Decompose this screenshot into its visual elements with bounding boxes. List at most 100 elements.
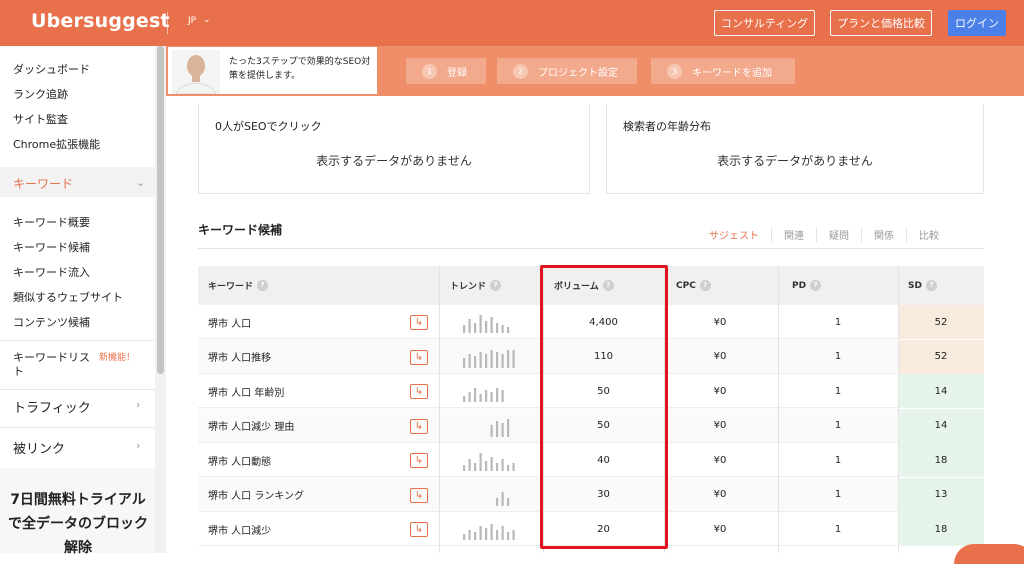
trend-bar bbox=[479, 315, 482, 333]
tab-suggest[interactable]: サジェスト bbox=[709, 227, 772, 242]
open-keyword-icon[interactable]: ↳ bbox=[410, 384, 428, 399]
column-pd[interactable]: PD? bbox=[792, 266, 822, 305]
keyword-cell[interactable]: 堺市 人口動態 bbox=[208, 443, 271, 477]
pd-cell: 1 bbox=[834, 523, 842, 535]
open-keyword-icon[interactable]: ↳ bbox=[410, 453, 428, 468]
cpc-cell: ¥0 bbox=[713, 351, 727, 362]
chevron-down-icon[interactable]: ⌄ bbox=[136, 176, 145, 189]
trend-bar bbox=[507, 497, 510, 506]
sidebar-item-chrome-extension[interactable]: Chrome拡張機能 bbox=[13, 136, 100, 152]
trend-bar bbox=[468, 353, 471, 368]
tab-questions[interactable]: 疑問 bbox=[817, 227, 862, 242]
login-button[interactable]: ログイン bbox=[948, 10, 1006, 36]
tab-related[interactable]: 関連 bbox=[772, 227, 817, 242]
trend-bar bbox=[463, 325, 466, 333]
trend-bar bbox=[490, 349, 493, 368]
help-icon[interactable]: ? bbox=[257, 280, 269, 291]
column-label: キーワード bbox=[208, 282, 254, 292]
tab-comparisons[interactable]: 比較 bbox=[907, 227, 951, 242]
open-keyword-icon[interactable]: ↳ bbox=[410, 522, 428, 537]
trend-bar bbox=[507, 532, 510, 540]
trend-bar bbox=[485, 461, 488, 471]
trend-bar bbox=[496, 463, 499, 471]
help-icon[interactable]: ? bbox=[490, 280, 502, 291]
sidebar-section-backlinks[interactable]: 被リンク bbox=[13, 438, 65, 457]
column-keyword[interactable]: キーワード? bbox=[208, 266, 269, 305]
trend-bar bbox=[485, 353, 488, 368]
sidebar-scrollbar[interactable] bbox=[157, 46, 164, 374]
sidebar-item-rank-tracking[interactable]: ランク追跡 bbox=[13, 86, 68, 102]
chat-widget[interactable] bbox=[954, 544, 1024, 564]
cpc-cell: ¥0 bbox=[713, 454, 727, 466]
keyword-cell[interactable]: 堺市 人口 年齢別 bbox=[208, 374, 284, 408]
brand-logo[interactable]: Ubersuggest bbox=[31, 10, 170, 32]
trend-bar bbox=[501, 491, 504, 506]
trend-bar bbox=[479, 526, 482, 540]
sidebar-item-keyword-ideas[interactable]: キーワード候補 bbox=[13, 239, 90, 255]
column-divider bbox=[439, 266, 440, 553]
empty-message: 表示するデータがありません bbox=[316, 154, 472, 168]
trend-bar bbox=[463, 357, 466, 368]
sidebar-item-content-ideas[interactable]: コンテンツ候補 bbox=[13, 314, 90, 330]
sd-cell: 18 bbox=[934, 523, 948, 535]
column-label: CPC bbox=[676, 280, 696, 291]
sidebar-divider bbox=[0, 427, 155, 428]
keyword-cell[interactable]: 堺市 人口 bbox=[208, 305, 251, 339]
trend-sparkline bbox=[463, 524, 515, 540]
trial-text[interactable]: 7日間無料トライアルで全データのブロック解除 bbox=[8, 488, 148, 560]
step-project-setup[interactable]: 2 プロジェクト設定 bbox=[497, 58, 637, 84]
pd-cell: 1 bbox=[834, 454, 842, 466]
trend-bar bbox=[479, 351, 482, 368]
chevron-down-icon[interactable]: ⌄ bbox=[203, 15, 211, 25]
sidebar-item-dashboard[interactable]: ダッシュボード bbox=[13, 61, 90, 77]
open-keyword-icon[interactable]: ↳ bbox=[410, 315, 428, 330]
column-label: PD bbox=[792, 280, 807, 291]
step-label: プロジェクト設定 bbox=[538, 67, 618, 79]
sidebar-item-keyword-overview[interactable]: キーワード概要 bbox=[13, 214, 90, 230]
trend-bar bbox=[496, 351, 499, 368]
sd-cell: 14 bbox=[934, 385, 948, 397]
help-icon[interactable]: ? bbox=[699, 280, 711, 291]
trend-bar bbox=[463, 534, 466, 540]
keyword-cell[interactable]: 堺市 人口 ランキング bbox=[208, 478, 304, 512]
column-trend[interactable]: トレンド? bbox=[450, 266, 502, 305]
step-add-keyword[interactable]: 3 キーワードを追加 bbox=[651, 58, 795, 84]
trend-sparkline bbox=[463, 315, 510, 333]
language-selector[interactable]: JP bbox=[188, 16, 196, 26]
open-keyword-icon[interactable]: ↳ bbox=[410, 418, 428, 434]
sidebar-item-site-audit[interactable]: サイト監査 bbox=[13, 111, 68, 127]
chevron-right-icon[interactable]: › bbox=[136, 398, 140, 411]
trend-bar bbox=[512, 349, 515, 368]
trend-sparkline bbox=[463, 453, 515, 471]
trend-bar bbox=[501, 390, 504, 402]
trend-bar bbox=[507, 418, 510, 437]
chevron-right-icon[interactable]: › bbox=[136, 439, 140, 452]
sidebar-item-keyword-inflow[interactable]: キーワード流入 bbox=[13, 264, 90, 280]
sd-cell: 52 bbox=[934, 351, 948, 362]
card-title: 0人がSEOでクリック bbox=[215, 120, 322, 133]
sidebar-item-keyword-list[interactable]: キーワードリスト bbox=[13, 351, 95, 379]
trend-bar bbox=[496, 323, 499, 333]
pricing-button[interactable]: プランと価格比較 bbox=[830, 10, 932, 36]
trend-bar bbox=[474, 388, 477, 402]
sidebar-item-similar-websites[interactable]: 類似するウェブサイト bbox=[13, 289, 123, 305]
sidebar-section-traffic[interactable]: トラフィック bbox=[13, 397, 91, 416]
consulting-button[interactable]: コンサルティング bbox=[714, 10, 815, 36]
column-cpc[interactable]: CPC? bbox=[676, 266, 711, 305]
step-number: 1 bbox=[422, 63, 437, 79]
keyword-cell[interactable]: 堺市 人口推移 bbox=[208, 340, 271, 374]
sidebar-section-label[interactable]: キーワード bbox=[13, 175, 73, 192]
tab-prepositions[interactable]: 関係 bbox=[862, 227, 907, 242]
suggestion-tabs: サジェスト 関連 疑問 関係 比較 bbox=[709, 227, 951, 242]
column-sd[interactable]: SD? bbox=[908, 266, 937, 305]
keyword-cell[interactable]: 堺市 人口減少 bbox=[208, 512, 271, 546]
trend-bar bbox=[512, 530, 515, 540]
trend-bar bbox=[501, 353, 504, 368]
keyword-cell[interactable]: 堺市 人口減少 理由 bbox=[208, 409, 294, 443]
pd-cell: 1 bbox=[834, 420, 842, 431]
open-keyword-icon[interactable]: ↳ bbox=[410, 349, 428, 365]
help-icon[interactable]: ? bbox=[925, 280, 937, 291]
open-keyword-icon[interactable]: ↳ bbox=[410, 487, 428, 503]
help-icon[interactable]: ? bbox=[810, 280, 822, 291]
step-register[interactable]: 1 登録 bbox=[406, 58, 486, 84]
